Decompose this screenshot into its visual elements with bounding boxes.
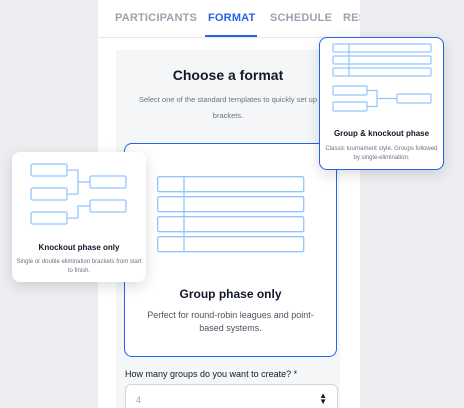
group-knockout-phase-card[interactable]: Group & knockout phase Classic tournamen… [319,37,444,170]
knockout-bracket-icon [30,163,127,225]
knockout-phase-title: Knockout phase only [38,243,120,252]
active-tab-indicator [205,35,257,37]
group-phase-title: Group phase only [179,287,282,301]
tab-schedule[interactable]: SCHEDULE [270,12,332,24]
page-subtitle: Select one of the standard templates to … [138,95,318,120]
groups-count-select[interactable]: 4 ▲ ▼ [125,384,338,408]
tab-participants[interactable]: PARTICIPANTS [115,12,197,24]
knockout-phase-card[interactable]: Knockout phase only Single or double eli… [12,152,146,282]
tab-results[interactable]: RES [343,12,360,24]
knockout-phase-description: Single or double elimination brackets fr… [16,259,142,274]
groups-count-label: How many groups do you want to create? * [125,369,298,379]
group-knockout-phase-title: Group & knockout phase [333,129,430,138]
format-section: Choose a format Select one of the standa… [116,50,340,408]
select-stepper-icon[interactable]: ▲ ▼ [319,392,327,406]
tab-bar: PARTICIPANTS FORMAT SCHEDULE RES [98,0,360,38]
groups-count-value: 4 [136,395,142,405]
group-phase-card[interactable]: Group phase only Perfect for round-robin… [124,143,337,357]
group-knockout-icon [332,43,432,112]
group-phase-description: Perfect for round-robin leagues and poin… [147,310,314,333]
group-table-icon [157,176,305,253]
page-title: Choose a format [172,67,284,83]
tab-format[interactable]: FORMAT [208,12,255,24]
group-knockout-phase-description: Classic tournament style. Groups followe… [325,146,438,161]
